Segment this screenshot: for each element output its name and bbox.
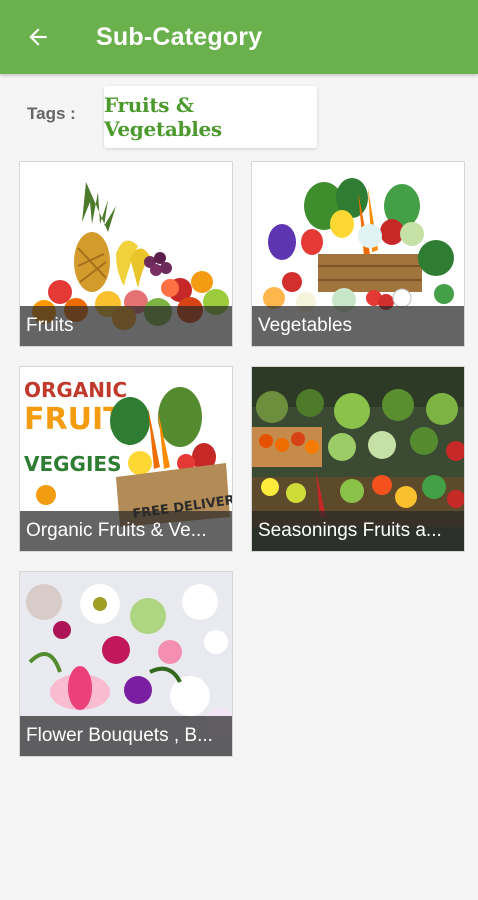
- page-title: Sub-Category: [96, 22, 263, 51]
- category-card-vegetables[interactable]: Vegetables: [251, 161, 465, 347]
- tags-label: Tags :: [27, 104, 76, 123]
- tag-chip-fruits-vegetables[interactable]: Fruits & Vegetables: [104, 86, 317, 148]
- category-card-flowers[interactable]: Flower Bouquets , B...: [19, 571, 233, 757]
- category-card-organic[interactable]: ORGANIC FRUITS VEGGIES FREE DELIVERY! Or…: [19, 366, 233, 552]
- back-button[interactable]: [16, 15, 60, 59]
- category-card-label: Flower Bouquets , B...: [20, 716, 232, 756]
- tags-row: Tags : Fruits & Vegetables: [0, 86, 478, 150]
- category-card-seasonings[interactable]: Seasonings Fruits a...: [251, 366, 465, 552]
- app-bar: Sub-Category: [0, 0, 478, 74]
- tag-chip-label: Fruits & Vegetables: [104, 93, 222, 141]
- category-card-label: Vegetables: [252, 306, 464, 346]
- svg-text:ORGANIC: ORGANIC: [24, 378, 127, 402]
- category-card-label: Seasonings Fruits a...: [252, 511, 464, 551]
- category-card-label: Fruits: [20, 306, 232, 346]
- svg-text:VEGGIES: VEGGIES: [24, 452, 121, 476]
- category-card-label: Organic Fruits & Ve...: [20, 511, 232, 551]
- category-card-fruits[interactable]: Fruits: [19, 161, 233, 347]
- arrow-back-icon: [29, 28, 47, 46]
